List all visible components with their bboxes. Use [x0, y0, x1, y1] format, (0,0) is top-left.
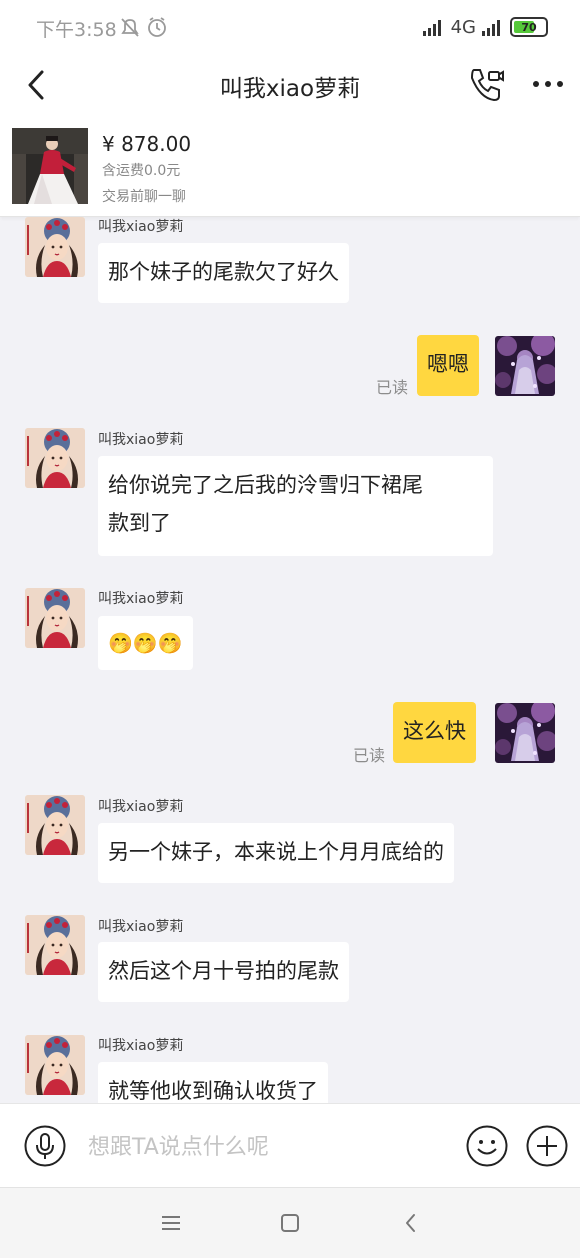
- video-call-icon[interactable]: [468, 66, 506, 104]
- sender-name: 叫我xiao萝莉: [98, 591, 184, 607]
- avatar-image: [495, 336, 555, 396]
- avatar-image: [25, 217, 85, 277]
- my-message-bubble[interactable]: 嗯嗯: [417, 335, 479, 396]
- product-card[interactable]: ¥ 878.00 含运费0.0元 交易前聊一聊: [0, 116, 580, 217]
- menu-icon[interactable]: [158, 1210, 184, 1236]
- message-bubble[interactable]: 另一个妹子，本来说上个月月底给的: [98, 823, 454, 883]
- product-shipping: 含运费0.0元: [102, 163, 181, 179]
- status-time: 下午3:58: [36, 19, 117, 41]
- product-price: ¥ 878.00: [102, 132, 192, 156]
- product-tip: 交易前聊一聊: [102, 189, 186, 205]
- message-list[interactable]: 叫我xiao萝莉 那个妹子的尾款欠了好久 已读 嗯嗯 叫我xiao萝莉 给你说完…: [0, 217, 580, 1103]
- message-bubble[interactable]: 就等他收到确认收货了: [98, 1062, 328, 1103]
- avatar-image: [25, 588, 85, 648]
- message-line: 款到了: [108, 511, 171, 535]
- message-input[interactable]: [88, 1130, 448, 1164]
- more-icon[interactable]: [530, 72, 566, 96]
- input-bar: [0, 1103, 580, 1188]
- bell-off-icon: [121, 18, 139, 37]
- sender-avatar[interactable]: [25, 588, 85, 648]
- my-avatar[interactable]: [495, 703, 555, 763]
- signal-icon: [482, 20, 500, 36]
- sender-avatar[interactable]: [25, 795, 85, 855]
- sender-name: 叫我xiao萝莉: [98, 799, 184, 815]
- status-right: 4G 70: [422, 14, 548, 40]
- sender-avatar[interactable]: [25, 1035, 85, 1095]
- read-status: 已读: [376, 378, 409, 397]
- message-line: 给你说完了之后我的泠雪归下裙尾: [108, 473, 423, 497]
- status-icons: [121, 17, 166, 37]
- message-bubble[interactable]: 那个妹子的尾款欠了好久: [98, 243, 349, 303]
- plus-icon[interactable]: [526, 1125, 568, 1167]
- battery-level: 70: [521, 20, 537, 34]
- my-avatar[interactable]: [495, 336, 555, 396]
- sender-name: 叫我xiao萝莉: [98, 219, 184, 235]
- avatar-image: [25, 795, 85, 855]
- avatar-image: [495, 703, 555, 763]
- status-bar: 下午3:58 4G 70: [0, 0, 580, 56]
- avatar-image: [25, 915, 85, 975]
- sender-name: 叫我xiao萝莉: [98, 1038, 184, 1054]
- back-triangle-icon[interactable]: [398, 1210, 424, 1236]
- avatar-image: [25, 428, 85, 488]
- system-nav-bar: [0, 1187, 580, 1258]
- message-bubble[interactable]: 然后这个月十号拍的尾款: [98, 942, 349, 1002]
- sender-avatar[interactable]: [25, 428, 85, 488]
- microphone-icon[interactable]: [24, 1125, 66, 1167]
- read-status: 已读: [353, 746, 386, 765]
- avatar-image: [25, 1035, 85, 1095]
- smiley-icon[interactable]: [466, 1125, 508, 1167]
- sender-avatar[interactable]: [25, 915, 85, 975]
- my-message-bubble[interactable]: 这么快: [393, 702, 476, 763]
- sender-name: 叫我xiao萝莉: [98, 432, 184, 448]
- message-bubble[interactable]: 🤭🤭🤭: [98, 616, 193, 670]
- product-image[interactable]: [12, 128, 88, 204]
- network-label: 4G: [450, 16, 476, 38]
- chat-header: 叫我xiao萝莉: [0, 56, 580, 116]
- sender-name: 叫我xiao萝莉: [98, 919, 184, 935]
- alarm-icon: [148, 17, 166, 37]
- battery-icon: 70: [510, 17, 548, 37]
- signal-icon: [422, 20, 441, 36]
- message-bubble[interactable]: 给你说完了之后我的泠雪归下裙尾 款到了: [98, 456, 493, 556]
- home-icon[interactable]: [277, 1210, 303, 1236]
- sender-avatar[interactable]: [25, 217, 85, 277]
